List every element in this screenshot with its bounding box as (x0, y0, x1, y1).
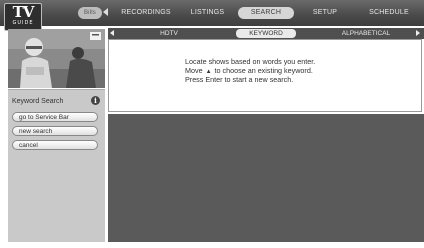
info-line-1: Locate shows based on words you enter. (185, 57, 316, 66)
bottom-edge (0, 242, 424, 248)
tab-keyword[interactable]: KEYWORD (236, 29, 296, 38)
search-results-area (108, 114, 424, 242)
subtab-right-arrow-icon[interactable] (416, 30, 420, 36)
menu-tab-search[interactable]: SEARCH (238, 7, 294, 19)
info-line-2-suffix: to choose an existing keyword. (214, 66, 313, 75)
logo-guide-text: GUIDE (12, 20, 34, 26)
menu-tab-recordings[interactable]: RECORDINGS (116, 7, 176, 19)
menu-tab-setup[interactable]: SETUP (305, 7, 345, 19)
go-to-service-bar-button[interactable]: go to Service Bar (12, 112, 98, 122)
logo-tv-text: TV (12, 3, 35, 21)
keyword-search-panel: Keyword Search i go to Service Bar new s… (8, 89, 105, 242)
video-frame-image (8, 29, 105, 88)
info-line-2-prefix: Move (185, 66, 203, 75)
live-video-thumbnail[interactable] (8, 29, 105, 88)
new-search-button[interactable]: new search (12, 126, 98, 136)
menu-tab-listings[interactable]: LISTINGS (185, 7, 230, 19)
menu-tab-first[interactable]: Bills (78, 7, 102, 19)
panel-title: Keyword Search (12, 98, 64, 105)
keyword-info-box: Locate shows based on words you enter. M… (108, 39, 422, 112)
menu-tab-schedule[interactable]: SCHEDULE (360, 7, 418, 19)
tab-hdtv[interactable]: HDTV (148, 29, 190, 38)
cancel-button[interactable]: cancel (12, 140, 98, 150)
subtab-left-arrow-icon[interactable] (110, 30, 114, 36)
top-menu-bar: TV GUIDE Bills RECORDINGS LISTINGS SEARC… (0, 0, 424, 31)
info-line-3: Press Enter to start a new search. (185, 75, 294, 84)
info-icon[interactable]: i (91, 96, 100, 105)
tv-guide-screen: TV GUIDE Bills RECORDINGS LISTINGS SEARC… (0, 0, 424, 248)
tab-alphabetical[interactable]: ALPHABETICAL (333, 29, 399, 38)
menu-left-arrow-icon[interactable] (103, 8, 108, 16)
sub-tab-bar: HDTV KEYWORD ALPHABETICAL (108, 28, 424, 39)
tv-guide-logo: TV GUIDE (4, 3, 42, 31)
